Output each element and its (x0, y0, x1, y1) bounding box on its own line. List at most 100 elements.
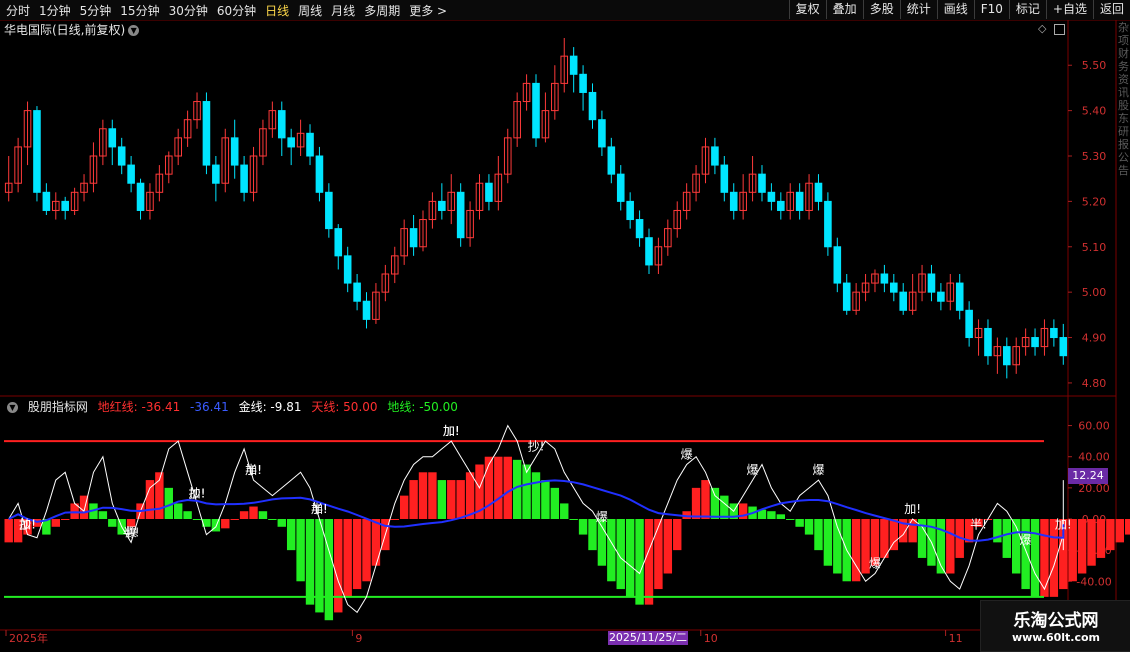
signal-marker: 半! (311, 502, 328, 516)
watermark-title: 乐淘公式网 (981, 606, 1130, 631)
indicator-bar (494, 457, 502, 519)
candle-body (34, 111, 41, 193)
indicator-bar (824, 519, 832, 566)
indicator-bar (908, 519, 916, 542)
candle-body (608, 147, 615, 174)
date-axis: 2025年9101112 (6, 630, 1130, 645)
indicator-bar (296, 519, 304, 581)
candle-body (985, 328, 992, 355)
candle-body (627, 201, 634, 219)
indicator-bar (325, 519, 333, 620)
indicator-bar (1031, 519, 1039, 597)
candle-body (900, 292, 907, 310)
indicator-bar (795, 519, 803, 527)
chart-canvas[interactable]: 5.505.405.305.205.105.004.904.80 60.0040… (0, 0, 1130, 650)
indicator-bar (852, 519, 860, 581)
indicator-bar (249, 507, 257, 519)
price-tick-label: 5.40 (1082, 105, 1107, 118)
legend-blue-line: -36.41 (190, 400, 229, 414)
current-value-badge: 12.24 (1068, 468, 1108, 484)
price-tick-label: 5.00 (1082, 286, 1107, 299)
indicator-bar (61, 519, 69, 520)
candle-body (938, 292, 945, 301)
indicator-bar (720, 496, 728, 519)
indicator-bar (1003, 519, 1011, 558)
indicator-bar (343, 519, 351, 597)
candle-body (928, 274, 935, 292)
indicator-bar (372, 519, 380, 566)
candle-body (881, 274, 888, 283)
legend-gold-line: 金线: -9.81 (239, 400, 302, 414)
date-tick-label: 9 (355, 632, 362, 645)
candle-body (599, 120, 606, 147)
indicator-bar (626, 519, 634, 597)
indicator-bar (607, 519, 615, 581)
indicator-bar (409, 480, 417, 519)
candle-body (759, 174, 766, 192)
candle-body (730, 192, 737, 210)
indicator-bar (334, 519, 342, 612)
signal-marker: 爆 (596, 510, 608, 524)
candle-body (213, 165, 220, 183)
candlestick-series (5, 38, 1066, 378)
candle-body (712, 147, 719, 165)
indicator-bar (230, 519, 238, 520)
indicator-bar (504, 457, 512, 519)
candle-body (891, 283, 898, 292)
indicator-bar (890, 519, 898, 550)
date-tick-label: 11 (949, 632, 963, 645)
indicator-bar (193, 519, 201, 520)
indicator-bar (466, 472, 474, 519)
candle-body (768, 192, 775, 201)
candle-body (1032, 338, 1039, 347)
indicator-bar (1021, 519, 1029, 589)
indicator-bar (306, 519, 314, 605)
indicator-bar (52, 519, 60, 527)
indicator-bar (391, 519, 399, 520)
candle-body (486, 183, 493, 201)
indicator-bar (240, 511, 248, 519)
indicator-tick-label: 40.00 (1078, 451, 1110, 464)
indicator-bar (541, 480, 549, 519)
chevron-down-icon[interactable]: ▼ (7, 402, 18, 413)
candle-body (1004, 347, 1011, 365)
indicator-bar (183, 511, 191, 519)
candle-body (344, 256, 351, 283)
candle-body (843, 283, 850, 310)
candle-body (231, 138, 238, 165)
legend-sky-line: 天线: 50.00 (311, 400, 377, 414)
price-tick-label: 4.90 (1082, 332, 1107, 345)
watermark-logo: 乐淘公式网 www.60lt.com (980, 600, 1130, 652)
price-tick-label: 5.10 (1082, 241, 1107, 254)
indicator-bar (99, 511, 107, 519)
indicator-bar (400, 496, 408, 519)
indicator-bar (278, 519, 286, 527)
date-tick-label: 10 (704, 632, 718, 645)
candle-body (363, 301, 370, 319)
price-tick-label: 4.80 (1082, 377, 1107, 390)
candle-body (589, 92, 596, 119)
candle-body (118, 147, 125, 165)
indicator-bar (664, 519, 672, 574)
candle-body (203, 102, 210, 166)
candle-body (834, 247, 841, 283)
candle-body (316, 156, 323, 192)
indicator-bar (645, 519, 653, 605)
price-tick-label: 5.50 (1082, 59, 1107, 72)
indicator-bar (777, 514, 785, 519)
indicator-bar (428, 472, 436, 519)
indicator-bar (456, 480, 464, 519)
signal-marker: 抄! (189, 486, 206, 500)
indicator-tick-label: -40.00 (1076, 575, 1111, 588)
indicator-bar (1116, 519, 1124, 542)
indicator-bar (221, 519, 229, 528)
indicator-bar (560, 503, 568, 519)
side-info-strip[interactable]: 杂项财务资讯股东研报公告 (1118, 21, 1130, 391)
candle-body (62, 201, 69, 210)
signal-marker: 爆 (869, 557, 881, 571)
candle-body (956, 283, 963, 310)
candle-body (721, 165, 728, 192)
candle-body (825, 201, 832, 246)
candle-body (43, 192, 50, 210)
candle-body (617, 174, 624, 201)
